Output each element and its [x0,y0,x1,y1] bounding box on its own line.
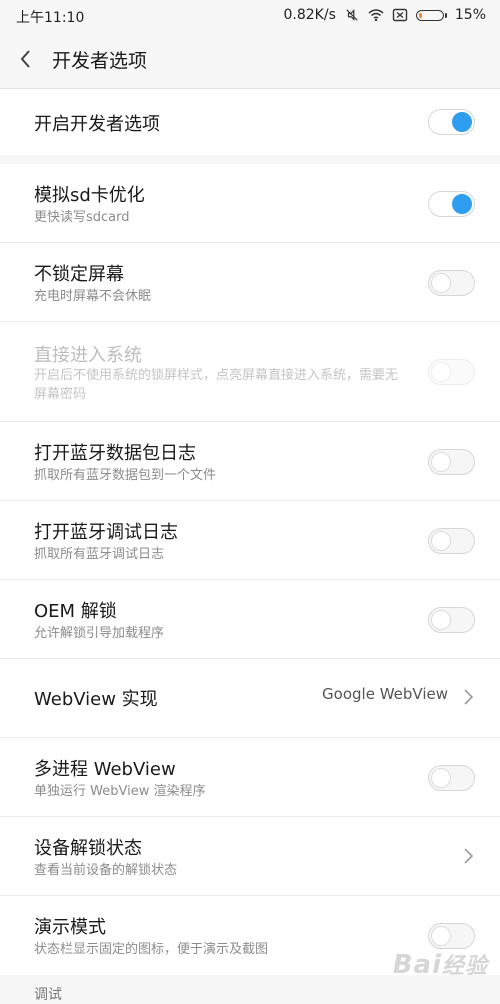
row-subtitle: 充电时屏幕不会休眠 [34,289,152,304]
section-developer-settings: 模拟sd卡优化 更快读写sdcard 不锁定屏幕 充电时屏幕不会休眠 直接进入系… [0,164,500,975]
battery-percent: 15% [454,7,486,23]
wifi-icon [368,9,384,22]
row-label: OEM 解锁 [34,601,117,622]
row-developer-options[interactable]: 开启开发者选项 [0,89,500,155]
back-chevron-icon[interactable] [16,48,38,70]
multiprocess-webview-toggle[interactable] [428,765,475,791]
row-oem-unlock[interactable]: OEM 解锁 允许解锁引导加载程序 [0,580,500,659]
row-subtitle: 开启后不使用系统的锁屏样式，点亮屏幕直接进入系统，需要无屏幕密码 [34,368,399,402]
row-label: 打开蓝牙调试日志 [34,522,178,543]
battery-fill [418,12,422,18]
bluetooth-snoop-toggle[interactable] [428,449,475,475]
row-direct-entry: 直接进入系统 开启后不使用系统的锁屏样式，点亮屏幕直接进入系统，需要无屏幕密码 [0,322,500,422]
mute-icon [346,9,358,21]
row-label: 模拟sd卡优化 [34,185,145,206]
status-bar: 上午11:10 0.82K/s 15% [0,0,500,32]
stay-awake-toggle[interactable] [428,270,475,296]
battery-icon [415,9,447,21]
row-bluetooth-snoop-log[interactable]: 打开蓝牙数据包日志 抓取所有蓝牙数据包到一个文件 [0,422,500,501]
row-label: 直接进入系统 [34,345,142,366]
row-subtitle: 单独运行 WebView 渲染程序 [34,784,206,799]
row-multiprocess-webview[interactable]: 多进程 WebView 单独运行 WebView 渲染程序 [0,738,500,817]
webview-value: Google WebView [322,685,448,703]
oem-unlock-toggle[interactable] [428,607,475,633]
status-time: 上午11:10 [16,10,85,26]
row-label: 开启开发者选项 [34,114,160,135]
developer-options-toggle[interactable] [428,109,475,135]
status-right: 0.82K/s 15% [284,7,487,23]
row-label: 打开蓝牙数据包日志 [34,443,196,464]
section-header-debug: 调试 [34,987,62,1003]
row-unlock-status[interactable]: 设备解锁状态 查看当前设备的解锁状态 [0,817,500,896]
row-subtitle: 查看当前设备的解锁状态 [34,863,178,878]
section-developer-toggle: 开启开发者选项 [0,89,500,155]
bluetooth-debug-toggle[interactable] [428,528,475,554]
page-title: 开发者选项 [52,50,148,72]
chevron-right-icon [464,689,474,705]
row-subtitle: 抓取所有蓝牙调试日志 [34,547,165,562]
sim-icon [392,8,408,22]
sd-optimization-toggle[interactable] [428,191,475,217]
row-subtitle: 更快读写sdcard [34,210,130,225]
row-label: 设备解锁状态 [34,838,142,859]
row-stay-awake[interactable]: 不锁定屏幕 充电时屏幕不会休眠 [0,243,500,322]
row-label: 演示模式 [34,917,106,938]
row-bluetooth-debug-log[interactable]: 打开蓝牙调试日志 抓取所有蓝牙调试日志 [0,501,500,580]
app-header: 开发者选项 [0,32,500,89]
demo-mode-toggle[interactable] [428,923,475,949]
row-subtitle: 允许解锁引导加载程序 [34,626,165,641]
row-label: 不锁定屏幕 [34,264,124,285]
row-label: WebView 实现 [34,689,158,710]
direct-entry-toggle [428,359,475,385]
row-webview-implementation[interactable]: WebView 实现 Google WebView [0,659,500,738]
chevron-right-icon [464,848,474,864]
watermark-logo: Bai经验 [392,950,488,980]
row-subtitle: 抓取所有蓝牙数据包到一个文件 [34,468,217,483]
network-speed: 0.82K/s [283,7,336,23]
row-sd-optimization[interactable]: 模拟sd卡优化 更快读写sdcard [0,164,500,243]
row-subtitle: 状态栏显示固定的图标，便于演示及截图 [34,942,269,957]
row-label: 多进程 WebView [34,759,176,780]
